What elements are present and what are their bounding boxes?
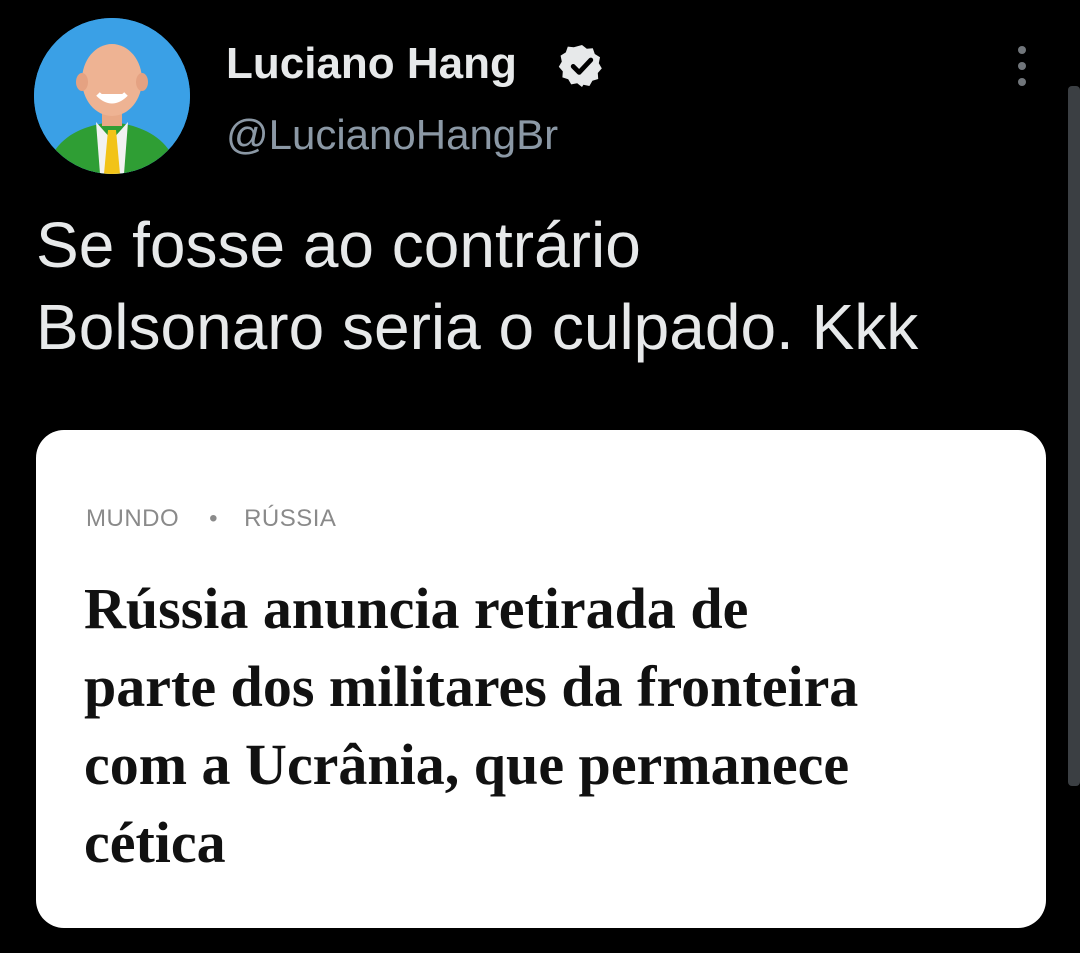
- profile-photo: [34, 18, 190, 174]
- tweet-text-line: Bolsonaro seria o culpado. Kkk: [36, 291, 919, 363]
- dot: [1018, 62, 1026, 70]
- dot: [1018, 78, 1026, 86]
- tweet-text: Se fosse ao contrário Bolsonaro seria o …: [36, 204, 1056, 368]
- link-card[interactable]: MUNDO • RÚSSIA Rússia anuncia retirada de …: [36, 430, 1046, 928]
- article-category: MUNDO • RÚSSIA: [86, 504, 336, 534]
- scrollbar[interactable]: [1068, 86, 1080, 786]
- separator: •: [209, 505, 219, 532]
- topic-label[interactable]: RÚSSIA: [244, 505, 336, 532]
- headline-line: Rússia anuncia retirada de: [84, 576, 749, 641]
- more-options-icon[interactable]: [1004, 44, 1040, 88]
- headline-line: parte dos militares da fronteira: [84, 654, 859, 719]
- tweet-text-line: Se fosse ao contrário: [36, 209, 641, 281]
- verified-badge-icon: [558, 42, 606, 90]
- headline-line: com a Ucrânia, que permanece: [84, 732, 850, 797]
- tweet[interactable]: Luciano Hang @LucianoHangBr Se fosse ao …: [0, 0, 1080, 953]
- avatar[interactable]: [34, 18, 190, 174]
- headline-line: cética: [84, 810, 226, 875]
- display-name[interactable]: Luciano Hang: [226, 38, 517, 90]
- user-handle[interactable]: @LucianoHangBr: [226, 110, 558, 160]
- article-headline[interactable]: Rússia anuncia retirada de parte dos mil…: [84, 570, 1024, 882]
- dot: [1018, 46, 1026, 54]
- section-label[interactable]: MUNDO: [86, 505, 179, 532]
